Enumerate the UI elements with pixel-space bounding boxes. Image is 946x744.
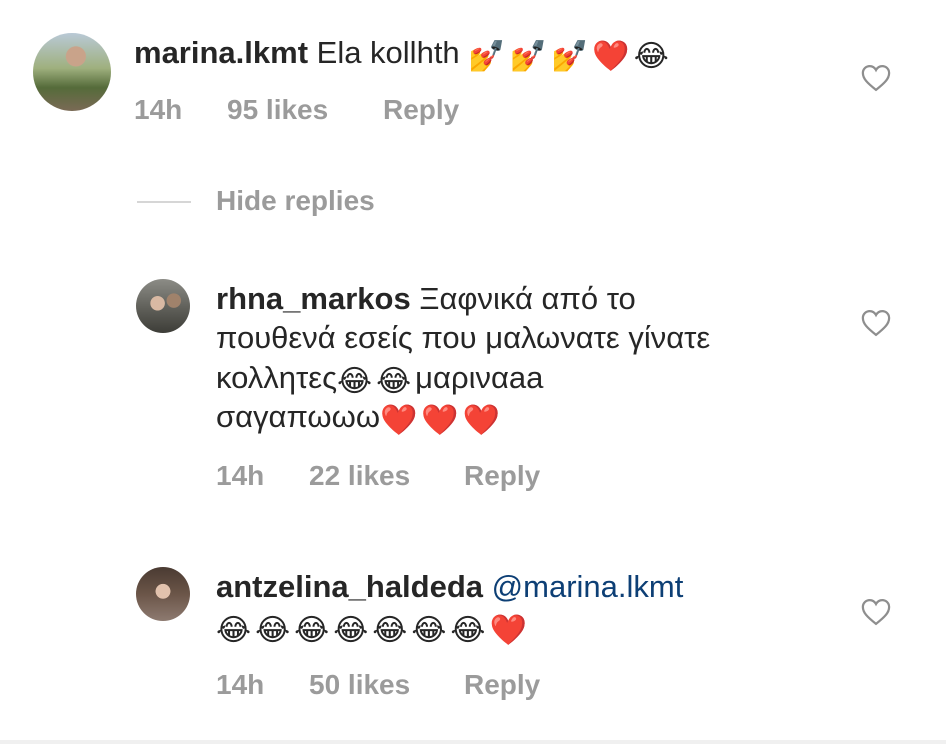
comment-2-line-3b: μαριναaa [415, 360, 544, 395]
comment-3-reply-button[interactable]: Reply [464, 669, 540, 701]
red-heart-emoji: ❤️ [380, 404, 418, 437]
comment-3-likes[interactable]: 50 likes [309, 669, 410, 701]
laughing-tears-emoji: 😂 [294, 614, 330, 647]
red-heart-emoji: ❤️ [462, 404, 501, 437]
red-heart-emoji: ❤️ [592, 40, 630, 73]
heart-outline-icon[interactable] [861, 64, 891, 92]
laughing-tears-emoji: 😂 [633, 40, 669, 73]
laughing-tears-emoji: 😂 [255, 614, 291, 647]
hide-replies-button[interactable]: Hide replies [216, 185, 375, 217]
laughing-tears-emoji: 😂 [337, 365, 373, 398]
laughing-tears-emoji: 😂 [216, 614, 252, 647]
laughing-tears-emoji: 😂 [372, 614, 408, 647]
comment-1-body: Ela kollhth [316, 35, 460, 70]
comment-2-line-3: κολλητες😂 😂 μαριναaa [216, 358, 543, 397]
bottom-divider [0, 740, 946, 744]
comment-1-reply-button[interactable]: Reply [383, 94, 459, 126]
nail-polish-emoji: 💅 [509, 40, 548, 73]
nail-polish-emoji: 💅 [551, 40, 589, 73]
username-marina[interactable]: marina.lkmt [134, 35, 308, 70]
comment-2-line-3a: κολλητες [216, 360, 338, 395]
comment-1-likes[interactable]: 95 likes [227, 94, 328, 126]
red-heart-emoji: ❤️ [489, 614, 527, 647]
laughing-tears-emoji: 😂 [450, 614, 486, 647]
laughing-tears-emoji: 😂 [376, 365, 412, 398]
heart-outline-icon[interactable] [861, 309, 891, 337]
avatar-rhna[interactable] [136, 279, 190, 333]
comment-2-line-1: rhna_markos Ξαφνικά από το [216, 279, 636, 318]
comment-2-line-2: πουθενά εσείς που μαλωνατε γίνατε [216, 320, 711, 355]
comment-1-text: marina.lkmt Ela kollhth 💅 💅 💅 ❤️ 😂 [134, 33, 673, 72]
avatar-antzelina[interactable] [136, 567, 190, 621]
comment-3-line-1: antzelina_haldeda @marina.lkmt [216, 567, 683, 606]
laughing-tears-emoji: 😂 [411, 614, 447, 647]
hide-replies-divider [137, 201, 191, 203]
comment-2-line-1-text: Ξαφνικά από το [419, 281, 636, 316]
avatar-marina[interactable] [33, 33, 111, 111]
comment-3-time: 14h [216, 669, 265, 700]
laughing-tears-emoji: 😂 [333, 614, 369, 647]
username-rhna[interactable]: rhna_markos [216, 281, 411, 316]
comment-2-reply-button[interactable]: Reply [464, 460, 540, 492]
username-antzelina[interactable]: antzelina_haldeda [216, 569, 483, 604]
comment-1-time: 14h [134, 94, 183, 125]
mention-link[interactable]: @marina.lkmt [492, 569, 684, 604]
heart-outline-icon[interactable] [861, 598, 891, 626]
nail-polish-emoji: 💅 [468, 40, 506, 73]
red-heart-emoji: ❤️ [421, 404, 459, 437]
comment-3-line-2: 😂 😂 😂 😂 😂 😂 😂 ❤️ [216, 607, 531, 646]
comment-2-line-4-text: σαγαπωωω [216, 399, 381, 434]
comment-2-likes[interactable]: 22 likes [309, 460, 410, 492]
comment-2-time: 14h [216, 460, 265, 491]
comment-2-line-4: σαγαπωωω❤️ ❤️ ❤️ [216, 397, 504, 436]
